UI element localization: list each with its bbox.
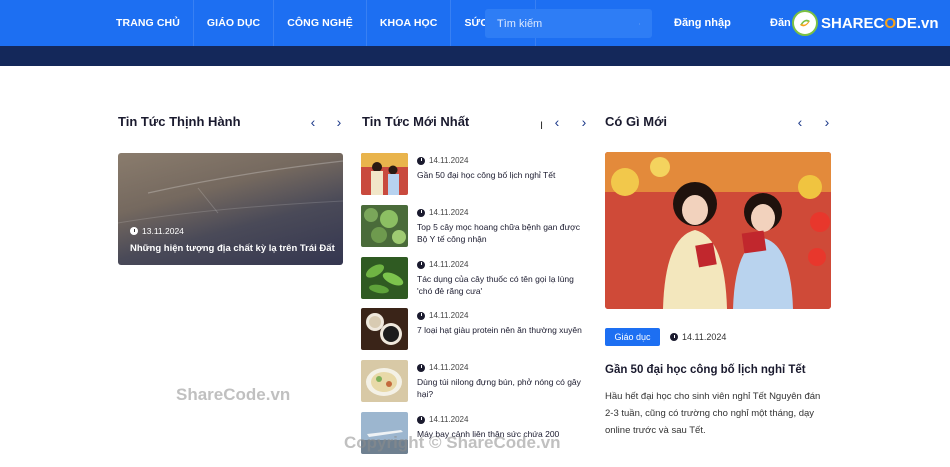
clock-icon	[670, 333, 678, 341]
latest-prev-icon[interactable]: ‹	[551, 115, 563, 129]
news-date: 14.11.2024	[417, 311, 468, 320]
list-item[interactable]: 14.11.2024 7 loại hạt giàu protein nên ă…	[361, 308, 586, 352]
clock-icon	[417, 156, 425, 165]
whats-new-title: Có Gì Mới	[605, 114, 667, 129]
trending-card-title[interactable]: Những hiện tượng địa chất kỳ lạ trên Trá…	[130, 243, 335, 254]
trending-title: Tin Tức Thịnh Hành	[118, 114, 241, 129]
main-nav: TRANG CHỦ GIÁO DỤC CÔNG NGHỆ KHOA HỌC SỨ…	[103, 0, 536, 46]
trending-card[interactable]: 13.11.2024 Những hiện tượng địa chất kỳ …	[118, 153, 343, 265]
trending-prev-icon[interactable]: ‹	[307, 115, 319, 129]
nav-science[interactable]: KHOA HỌC	[367, 0, 452, 46]
whats-new-prev-icon[interactable]: ‹	[794, 115, 806, 129]
nav-home[interactable]: TRANG CHỦ	[103, 0, 194, 46]
news-title[interactable]: Gần 50 đại học công bố lịch nghỉ Tết	[417, 169, 582, 181]
nav-education[interactable]: GIÁO DỤC	[194, 0, 275, 46]
leaf-plant-thumbnail	[361, 257, 408, 299]
feature-description: Hầu hết đại học cho sinh viên nghỉ Tết N…	[605, 391, 821, 436]
text-cursor-icon: I	[540, 120, 544, 132]
list-item[interactable]: 14.11.2024 Top 5 cây mọc hoang chữa bệnh…	[361, 205, 586, 249]
feature-date: 14.11.2024	[670, 332, 726, 342]
logo-mark	[792, 10, 818, 36]
clock-icon	[417, 415, 425, 424]
clock-icon	[417, 208, 425, 217]
nuts-bowl-thumbnail	[361, 308, 408, 350]
category-badge[interactable]: Giáo dục	[605, 328, 660, 346]
watermark-bottom: Copyright © ShareCode.vn	[344, 433, 561, 452]
sharecode-logo: SHARECODE.vn	[792, 10, 939, 36]
whats-new-next-icon[interactable]: ›	[821, 115, 833, 129]
top-navbar: TRANG CHỦ GIÁO DỤC CÔNG NGHỆ KHOA HỌC SỨ…	[0, 0, 950, 46]
clock-icon	[417, 260, 425, 269]
login-link[interactable]: Đăng nhập	[674, 17, 731, 29]
clock-icon	[130, 227, 138, 235]
search-box	[485, 9, 652, 38]
news-title[interactable]: Dùng túi nilong đựng bún, phở nóng có gâ…	[417, 376, 582, 400]
search-input[interactable]	[497, 17, 639, 30]
news-title[interactable]: 7 loại hạt giàu protein nên ăn thường xu…	[417, 324, 582, 336]
clock-icon	[417, 363, 425, 372]
latest-title: Tin Tức Mới Nhất	[362, 114, 470, 129]
feature-title[interactable]: Gần 50 đại học công bố lịch nghỉ Tết	[605, 364, 806, 376]
news-date: 14.11.2024	[417, 363, 468, 372]
news-date: 14.11.2024	[417, 415, 468, 424]
news-title[interactable]: Tác dụng của cây thuốc có tên gọi lạ lùn…	[417, 273, 582, 297]
trending-next-icon[interactable]: ›	[333, 115, 345, 129]
nav-technology[interactable]: CÔNG NGHỆ	[274, 0, 367, 46]
news-date: 14.11.2024	[417, 156, 468, 165]
list-item[interactable]: 14.11.2024 Gần 50 đại học công bố lịch n…	[361, 153, 586, 197]
news-date: 14.11.2024	[417, 260, 468, 269]
noodle-bowl-thumbnail	[361, 360, 408, 402]
news-title[interactable]: Top 5 cây mọc hoang chữa bệnh gan được B…	[417, 221, 582, 245]
register-link[interactable]: Đăn	[770, 17, 791, 29]
green-herb-thumbnail	[361, 205, 408, 247]
watermark-left: ShareCode.vn	[176, 385, 291, 404]
list-item[interactable]: 14.11.2024 Dùng túi nilong đựng bún, phở…	[361, 360, 586, 404]
trending-date: 13.11.2024	[130, 226, 184, 236]
sub-navbar	[0, 46, 950, 66]
list-item[interactable]: 14.11.2024 Tác dụng của cây thuốc có tên…	[361, 257, 586, 301]
clock-icon	[417, 311, 425, 320]
two-girls-thumbnail	[361, 153, 408, 195]
feature-image[interactable]	[605, 152, 831, 309]
latest-next-icon[interactable]: ›	[578, 115, 590, 129]
search-icon[interactable]	[639, 17, 640, 31]
news-date: 14.11.2024	[417, 208, 468, 217]
logo-text: SHARECODE.vn	[821, 14, 939, 32]
